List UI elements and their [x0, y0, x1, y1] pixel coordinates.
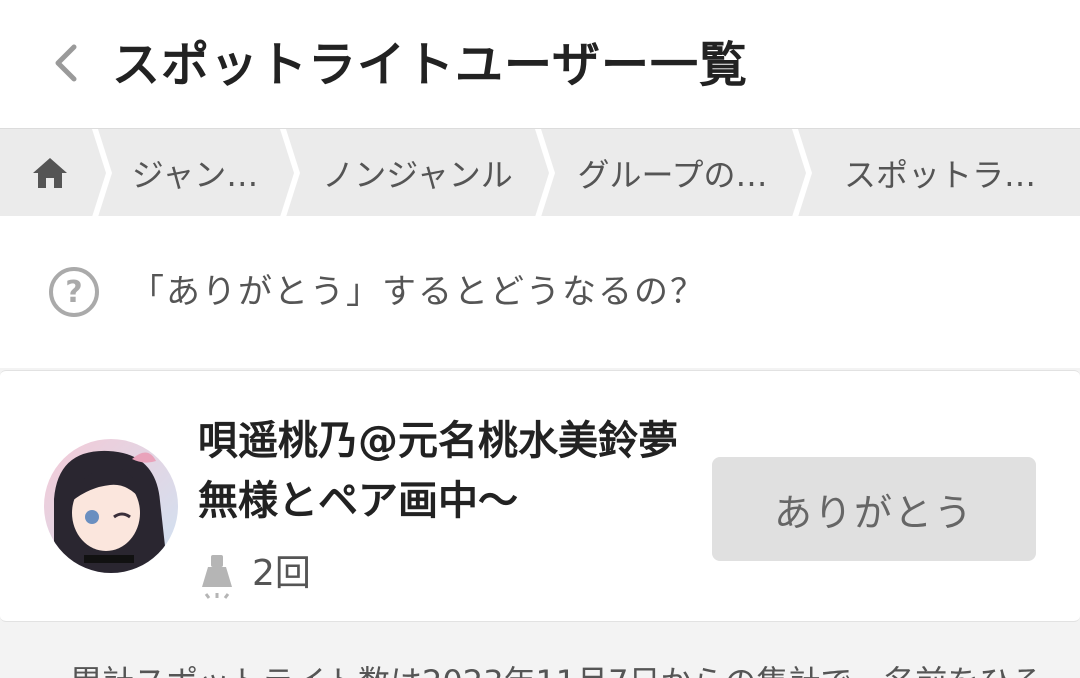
- thanks-button[interactable]: ありがとう: [712, 457, 1036, 561]
- breadcrumb-item-spotlight[interactable]: スポットラ…: [800, 129, 1080, 216]
- app-header: スポットライトユーザー一覧: [0, 0, 1080, 128]
- user-name[interactable]: 唄遥桃乃@元名桃水美鈴夢無様とペア画中〜: [198, 411, 698, 531]
- breadcrumb-home[interactable]: [0, 129, 100, 216]
- breadcrumb-item-genre[interactable]: ジャン…: [100, 129, 290, 216]
- chevron-left-icon: [55, 44, 77, 82]
- spotlight-count: 2回: [252, 553, 311, 594]
- question-circle-icon: ?: [49, 267, 99, 317]
- page-title: スポットライトユーザー一覧: [112, 37, 749, 93]
- breadcrumb: ジャン… ノンジャンル グループの… スポットラ…: [0, 128, 1080, 216]
- home-icon: [33, 158, 67, 188]
- footnote-text: 累計スポットライト数は2023年11月7日からの集計で、名前をひろ: [70, 662, 1070, 678]
- spotlight-icon: [202, 555, 232, 599]
- help-link[interactable]: ? 「ありがとう」するとどうなるの？: [0, 216, 1080, 368]
- user-card: 唄遥桃乃@元名桃水美鈴夢無様とペア画中〜 2回 ありがとう: [0, 370, 1080, 622]
- svg-text:?: ?: [65, 275, 82, 310]
- avatar-image: [44, 439, 178, 573]
- breadcrumb-item-nongenre[interactable]: ノンジャンル: [290, 129, 545, 216]
- breadcrumb-item-group[interactable]: グループの…: [545, 129, 800, 216]
- help-text: 「ありがとう」するとどうなるの？: [130, 272, 706, 312]
- back-button[interactable]: [40, 38, 90, 88]
- avatar[interactable]: [44, 439, 178, 573]
